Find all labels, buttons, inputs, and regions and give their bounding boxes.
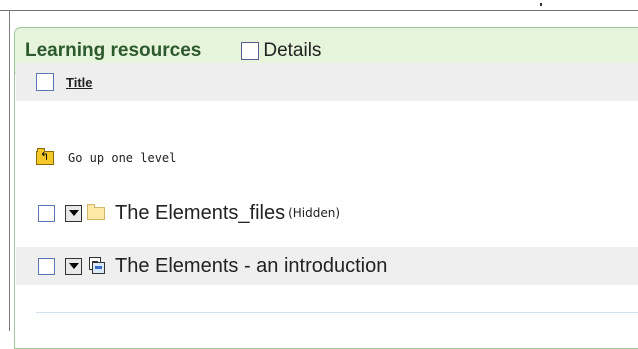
row-title-link[interactable]: The Elements_files: [115, 202, 285, 225]
document-icon: [87, 256, 105, 276]
row-checkbox[interactable]: [38, 257, 55, 275]
row-title-link[interactable]: The Elements - an introduction: [115, 255, 387, 278]
details-checkbox[interactable]: [241, 41, 260, 60]
details-label: Details: [263, 39, 322, 61]
row-menu-dropdown-button[interactable]: [65, 204, 82, 222]
folder-up-icon[interactable]: [36, 148, 54, 165]
chevron-down-icon: [68, 210, 79, 216]
title-column-sort-link[interactable]: Title: [66, 75, 93, 90]
left-divider: [9, 10, 10, 331]
column-header-row: Title: [16, 63, 638, 101]
details-toggle[interactable]: Details: [241, 40, 321, 62]
row-checkbox[interactable]: [38, 204, 55, 222]
select-all-checkbox[interactable]: [36, 73, 54, 91]
folder-icon: [87, 203, 105, 220]
top-border: [0, 0, 638, 11]
go-up-one-level[interactable]: Go up one level: [36, 148, 176, 165]
go-up-label[interactable]: Go up one level: [68, 151, 176, 165]
table-row: The Elements_files (Hidden): [16, 195, 638, 231]
top-mark: [540, 3, 542, 6]
row-menu-dropdown-button[interactable]: [65, 257, 82, 275]
panel-title: Learning resources: [25, 39, 202, 61]
table-row: The Elements - an introduction: [16, 247, 638, 285]
table-bottom-divider: [36, 312, 638, 313]
hidden-badge: (Hidden): [288, 206, 341, 220]
chevron-down-icon: [68, 263, 79, 269]
